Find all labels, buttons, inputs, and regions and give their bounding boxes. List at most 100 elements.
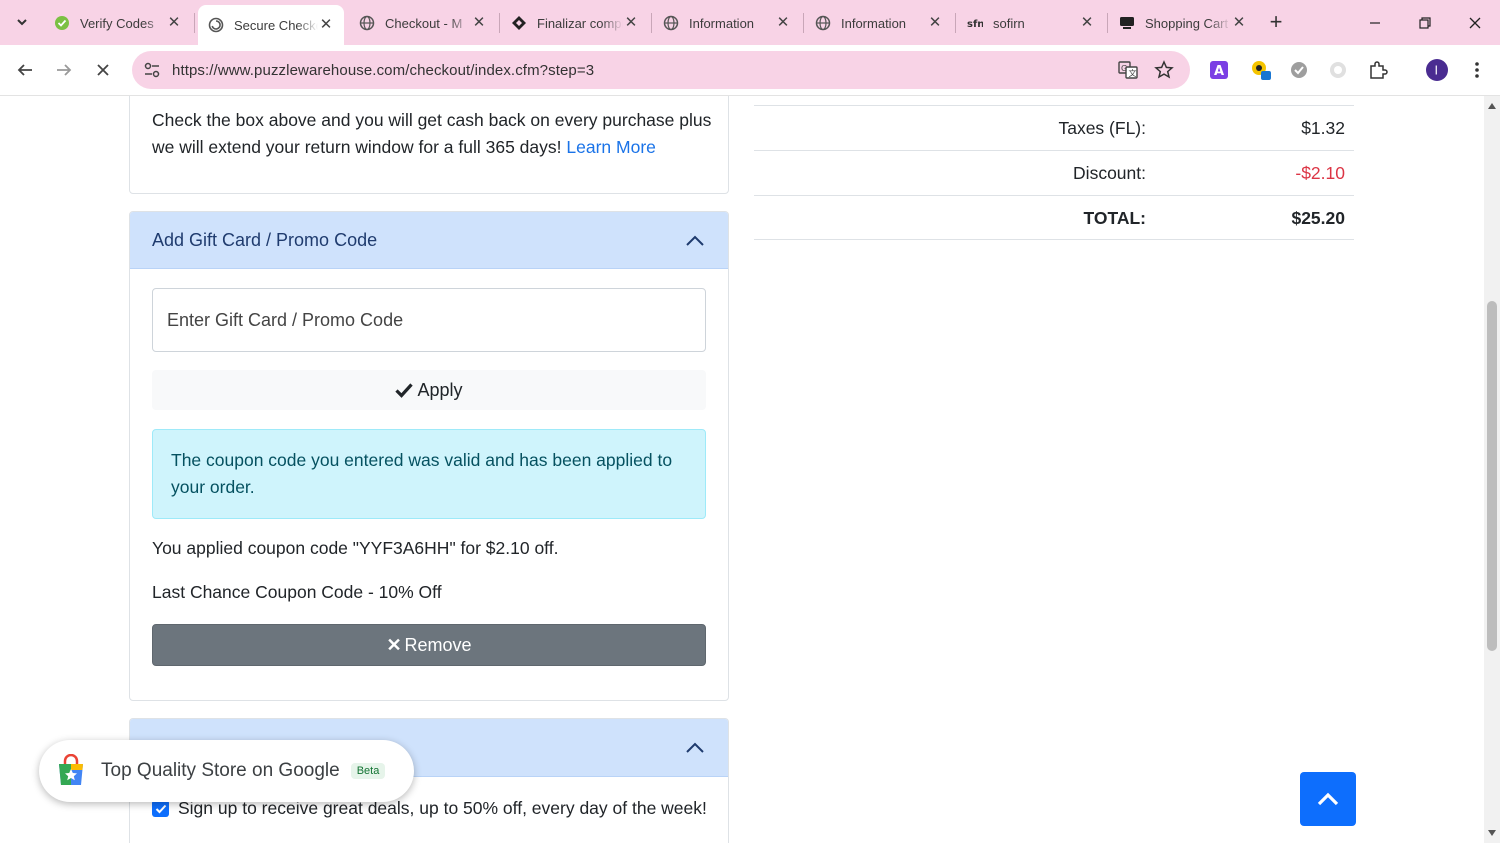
globe-icon (663, 15, 679, 31)
page-scrollbar[interactable] (1484, 96, 1500, 843)
chevron-up-icon[interactable] (684, 230, 706, 252)
chevron-up-icon (1317, 792, 1339, 806)
scroll-to-top-button[interactable] (1300, 772, 1356, 826)
sofirn-logo-icon: sfn (967, 15, 983, 31)
summary-value: -$2.10 (1295, 163, 1345, 183)
bookmark-star-icon[interactable] (1154, 60, 1174, 80)
url-text[interactable]: https://www.puzzlewarehouse.com/checkout… (172, 62, 594, 79)
tab-title: sofirn (993, 15, 1025, 31)
learn-more-link[interactable]: Learn More (566, 137, 656, 157)
checkmark-icon (155, 804, 166, 813)
google-shopping-bag-icon (59, 754, 83, 785)
promo-card-title: Add Gift Card / Promo Code (152, 230, 378, 250)
summary-value: $25.20 (1291, 208, 1345, 228)
close-icon[interactable]: ✕ (927, 15, 943, 31)
promo-code-input[interactable] (152, 288, 706, 352)
diamond-logo-icon (511, 15, 527, 31)
tab-verify-codes[interactable]: Verify Codes ✕ (44, 6, 192, 40)
close-icon[interactable]: ✕ (1231, 15, 1247, 31)
site-settings-icon[interactable] (142, 60, 162, 80)
globe-icon (815, 15, 831, 31)
close-icon (1469, 17, 1481, 28)
summary-value: $1.32 (1301, 118, 1345, 138)
apply-button[interactable]: Apply (152, 370, 706, 410)
signup-checkbox[interactable] (152, 800, 169, 817)
extension-coupon-icon[interactable] (1250, 59, 1272, 81)
tab-information-2[interactable]: Information ✕ (805, 6, 953, 40)
summary-row-taxes: Taxes (FL): $1.32 (754, 105, 1354, 150)
scroll-down-arrow-icon[interactable] (1484, 825, 1500, 841)
back-button[interactable] (10, 55, 40, 85)
extension-a-icon[interactable]: A (1208, 59, 1230, 81)
promo-card-header[interactable]: Add Gift Card / Promo Code (130, 212, 728, 269)
tab-shopping-cart[interactable]: Shopping Cart ✕ (1109, 6, 1257, 40)
tab-checkout[interactable]: Checkout - M ✕ (349, 6, 497, 40)
extension-check-icon[interactable] (1288, 59, 1310, 81)
tab-information-1[interactable]: Information ✕ (653, 6, 801, 40)
address-bar[interactable]: https://www.puzzlewarehouse.com/checkout… (132, 51, 1190, 89)
minimize-icon (1370, 21, 1380, 24)
extensions-puzzle-icon[interactable] (1367, 59, 1389, 81)
tab-divider (1107, 13, 1108, 33)
svg-text:I: I (1435, 64, 1439, 78)
translate-icon[interactable]: G文 (1118, 60, 1138, 80)
beta-badge: Beta (350, 763, 386, 779)
tab-title: Information (689, 15, 755, 31)
new-tab-button[interactable]: + (1262, 9, 1290, 37)
close-icon[interactable]: ✕ (775, 15, 791, 31)
remove-coupon-button[interactable]: ✕ Remove (152, 624, 706, 666)
menu-kebab-icon[interactable] (1466, 59, 1488, 81)
svg-text:sfn: sfn (967, 19, 983, 29)
google-store-badge[interactable]: Top Quality Store on Google Beta (39, 740, 414, 802)
browser-toolbar: https://www.puzzlewarehouse.com/checkout… (0, 45, 1500, 96)
close-icon[interactable]: ✕ (1079, 15, 1095, 31)
applied-coupon-text: You applied coupon code "YYF3A6HH" for $… (152, 538, 559, 558)
cashback-description: Check the box above and you will get cas… (152, 110, 712, 157)
summary-label: TOTAL: (1083, 208, 1146, 228)
scroll-up-arrow-icon[interactable] (1484, 98, 1500, 114)
tab-title: Finalizar compra (537, 15, 623, 31)
tab-secure-checkout[interactable]: Secure Checkout ✕ (198, 5, 344, 45)
close-window-button[interactable] (1450, 0, 1500, 45)
restore-icon (1419, 16, 1431, 29)
minimize-button[interactable] (1350, 0, 1400, 45)
close-icon: ✕ (386, 634, 402, 655)
coupon-name: Last Chance Coupon Code - 10% Off (152, 582, 442, 602)
scrollbar-thumb[interactable] (1487, 301, 1497, 651)
tab-divider (651, 13, 652, 33)
close-icon[interactable]: ✕ (471, 15, 487, 31)
close-icon[interactable]: ✕ (623, 15, 639, 31)
profile-avatar[interactable]: I (1426, 59, 1448, 81)
checkout-page: Check the box above and you will get cas… (0, 96, 1484, 843)
coupon-success-alert: The coupon code you entered was valid an… (152, 429, 706, 519)
tab-sofirn[interactable]: sfn sofirn ✕ (957, 6, 1105, 40)
close-icon[interactable]: ✕ (166, 15, 182, 31)
chevron-down-icon (17, 19, 27, 26)
tab-search-button[interactable] (8, 8, 36, 36)
restore-button[interactable] (1400, 0, 1450, 45)
close-icon[interactable]: ✕ (318, 17, 334, 33)
summary-row-total: TOTAL: $25.20 (754, 195, 1354, 240)
stop-loading-button[interactable] (88, 55, 118, 85)
tab-divider (803, 13, 804, 33)
tab-title: Shopping Cart (1145, 15, 1229, 31)
promo-card: Add Gift Card / Promo Code Apply The cou… (129, 211, 729, 701)
arrow-left-icon (17, 64, 32, 76)
svg-text:G: G (1121, 64, 1127, 73)
check-leaf-icon (54, 15, 70, 31)
spiral-icon (208, 17, 224, 33)
extension-circle-icon[interactable] (1327, 59, 1349, 81)
arrow-right-icon (57, 64, 72, 76)
remove-label: Remove (404, 634, 472, 655)
tab-strip: Verify Codes ✕ Secure Checkout ✕ Checkou… (0, 0, 1500, 45)
order-summary: Taxes (FL): $1.32 Discount: -$2.10 TOTAL… (754, 105, 1354, 240)
tab-title: Verify Codes (80, 15, 154, 31)
tab-finalizar-compra[interactable]: Finalizar compra ✕ (501, 6, 649, 40)
tab-title: Checkout - M (385, 15, 463, 31)
forward-button[interactable] (49, 55, 79, 85)
svg-text:A: A (1214, 64, 1224, 79)
tab-divider (499, 13, 500, 33)
checkmark-icon (395, 383, 414, 398)
chevron-up-icon[interactable] (684, 737, 706, 759)
apply-label: Apply (417, 379, 463, 400)
